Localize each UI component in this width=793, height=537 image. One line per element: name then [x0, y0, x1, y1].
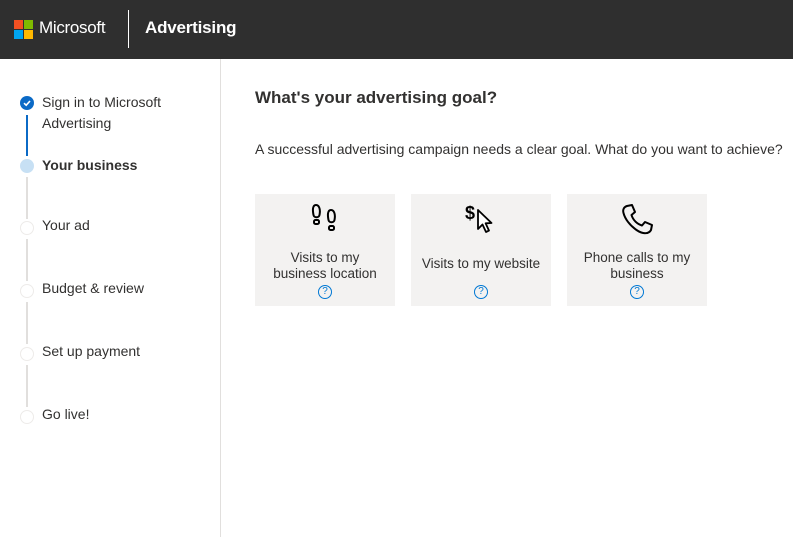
step-your-business: Your business [42, 157, 138, 173]
step-pending-dot-icon [20, 221, 34, 235]
top-header: Microsoft Advertising [0, 0, 793, 59]
help-icon[interactable]: ? [318, 285, 332, 299]
goal-label: Visits to my website [421, 256, 541, 271]
step-your-ad: Your ad [42, 217, 90, 233]
help-icon[interactable]: ? [474, 285, 488, 299]
step-pending-dot-icon [20, 347, 34, 361]
step-pending-dot-icon [20, 410, 34, 424]
step-connector [26, 302, 28, 344]
page-subtitle: A successful advertising campaign needs … [255, 141, 783, 157]
page-title: What's your advertising goal? [255, 88, 498, 107]
goal-label-line1: Visits to my [290, 250, 360, 265]
microsoft-logo-icon [14, 20, 33, 39]
header-divider [128, 10, 129, 48]
brand-name: Microsoft [39, 18, 106, 37]
step-connector [26, 365, 28, 407]
step-sign-in: Sign in to Microsoft Advertising [42, 92, 161, 134]
svg-text:$: $ [465, 203, 475, 223]
step-go-live: Go live! [42, 406, 90, 422]
phone-icon [567, 202, 707, 238]
goal-label-line2: business [610, 266, 664, 281]
goal-label: Phone calls to my business [567, 250, 707, 282]
goal-card-business-location[interactable]: Visits to my business location ? [255, 194, 395, 306]
footprints-icon [255, 202, 395, 238]
step-connector [26, 177, 28, 219]
product-name: Advertising [145, 18, 237, 37]
goal-card-website[interactable]: $ Visits to my website ? [411, 194, 551, 306]
step-current-dot-icon [20, 159, 34, 173]
step-connector [26, 239, 28, 281]
goal-label: Visits to my business location [255, 250, 395, 282]
step-set-up-payment: Set up payment [42, 343, 141, 359]
step-completed-check-icon [20, 96, 34, 110]
progress-sidebar: Sign in to Microsoft Advertising Your bu… [0, 59, 221, 537]
goal-card-phone-calls[interactable]: Phone calls to my business ? [567, 194, 707, 306]
step-pending-dot-icon [20, 284, 34, 298]
goal-label-line2: business location [273, 266, 377, 281]
step-label-line1: Sign in to Microsoft [42, 94, 162, 110]
help-icon[interactable]: ? [630, 285, 644, 299]
step-label-line2: Advertising [42, 115, 112, 131]
goal-label-line1: Phone calls to my [583, 250, 691, 265]
step-connector [26, 115, 28, 156]
step-budget-review: Budget & review [42, 280, 144, 296]
dollar-cursor-icon: $ [411, 202, 551, 238]
